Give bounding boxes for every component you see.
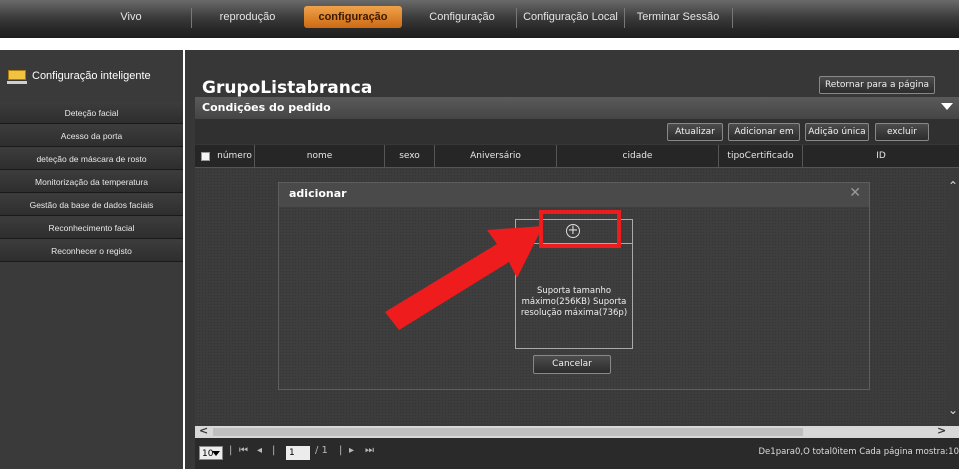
tab-separator: [624, 8, 625, 28]
column-nome[interactable]: nome: [255, 145, 385, 168]
next-page-icon[interactable]: ▸: [349, 445, 354, 456]
sidebar-item-detecao-facial[interactable]: Deteção facial: [0, 102, 183, 124]
column-aniversario[interactable]: Aniversário: [435, 145, 557, 168]
tab-vivo[interactable]: Vivo: [86, 6, 176, 28]
sidebar-item-reconhecimento[interactable]: Reconhecimento facial: [0, 217, 183, 239]
sidebar-title: Configuração inteligente: [32, 70, 151, 82]
pager: 10 | ⏮ ◂ | 1 / 1 | ▸ ⏭ De1para0,O total0…: [195, 438, 959, 469]
column-tipo-certificado[interactable]: tipoCertificado: [719, 145, 803, 168]
folder-icon: [7, 70, 27, 84]
refresh-button[interactable]: Atualizar: [667, 123, 723, 141]
tab-configuracao-local[interactable]: Configuração Local: [519, 6, 622, 28]
cancel-button[interactable]: Cancelar: [533, 355, 611, 374]
tab-configuracao-active[interactable]: configuração: [304, 6, 402, 28]
scroll-right-icon[interactable]: >: [937, 424, 946, 437]
close-icon[interactable]: ✕: [849, 185, 861, 201]
tab-terminar-sessao[interactable]: Terminar Sessão: [626, 6, 730, 28]
add-single-button[interactable]: Adição única: [805, 123, 869, 141]
page-size-select[interactable]: 10: [199, 446, 223, 460]
separator-bar: |: [272, 445, 276, 456]
highlight-box: [539, 210, 621, 248]
horizontal-scrollbar[interactable]: < >: [195, 424, 959, 438]
page-title: GrupoListabranca: [202, 78, 373, 98]
separator-bar: |: [229, 445, 233, 456]
pager-info: De1para0,O total0item Cada página mostra…: [758, 447, 959, 457]
sidebar: Configuração inteligente Deteção facial …: [0, 50, 183, 469]
tab-separator: [516, 8, 517, 28]
sidebar-item-registo[interactable]: Reconhecer o registo: [0, 240, 183, 262]
vertical-scrollbar[interactable]: ⌃ ⌄: [947, 168, 959, 426]
select-all-checkbox[interactable]: [201, 152, 210, 161]
scroll-thumb[interactable]: [213, 428, 803, 436]
sidebar-item-mascara[interactable]: deteção de máscara de rosto: [0, 148, 183, 170]
scroll-up-icon[interactable]: ⌃: [947, 180, 959, 192]
table-header: número nome sexo Aniversário cidade tipo…: [195, 145, 959, 168]
page-input[interactable]: 1: [286, 446, 310, 460]
return-button[interactable]: Retornar para a página: [819, 76, 935, 94]
tab-separator: [732, 8, 733, 28]
top-nav: Vivo reprodução configuração Configuraçã…: [0, 0, 959, 38]
conditions-label: Condições do pedido: [202, 101, 331, 114]
sidebar-item-base-dados[interactable]: Gestão da base de dados faciais: [0, 194, 183, 216]
add-batch-button[interactable]: Adicionar em: [728, 123, 800, 141]
first-page-icon[interactable]: ⏮: [239, 445, 248, 456]
nav-gap: [0, 38, 959, 50]
sidebar-header: Configuração inteligente: [0, 61, 183, 97]
scroll-down-icon[interactable]: ⌄: [947, 404, 959, 416]
dialog-title: adicionar: [289, 187, 347, 200]
last-page-icon[interactable]: ⏭: [365, 445, 374, 456]
tab-reproducao[interactable]: reprodução: [201, 6, 294, 28]
delete-button[interactable]: excluir: [875, 123, 929, 141]
total-pages: / 1: [315, 445, 328, 456]
chevron-down-icon: [212, 451, 220, 456]
column-cidade[interactable]: cidade: [557, 145, 719, 168]
tab-configuracao[interactable]: Configuração: [412, 6, 512, 28]
scroll-left-icon[interactable]: <: [199, 424, 208, 437]
dialog-header: adicionar ✕: [279, 183, 869, 207]
toolbar: Atualizar Adicionar em Adição única excl…: [195, 119, 959, 144]
tab-separator: [191, 8, 192, 28]
prev-page-icon[interactable]: ◂: [257, 445, 262, 456]
sidebar-item-temperatura[interactable]: Monitorização da temperatura: [0, 171, 183, 193]
column-sexo[interactable]: sexo: [385, 145, 435, 168]
column-numero[interactable]: número: [215, 145, 255, 168]
sidebar-item-acesso-porta[interactable]: Acesso da porta: [0, 125, 183, 147]
chevron-down-icon[interactable]: [941, 103, 953, 110]
conditions-bar[interactable]: Condições do pedido: [195, 97, 959, 119]
annotation-arrow-icon: [385, 226, 543, 330]
column-id[interactable]: ID: [803, 145, 959, 168]
separator-bar: |: [339, 445, 343, 456]
